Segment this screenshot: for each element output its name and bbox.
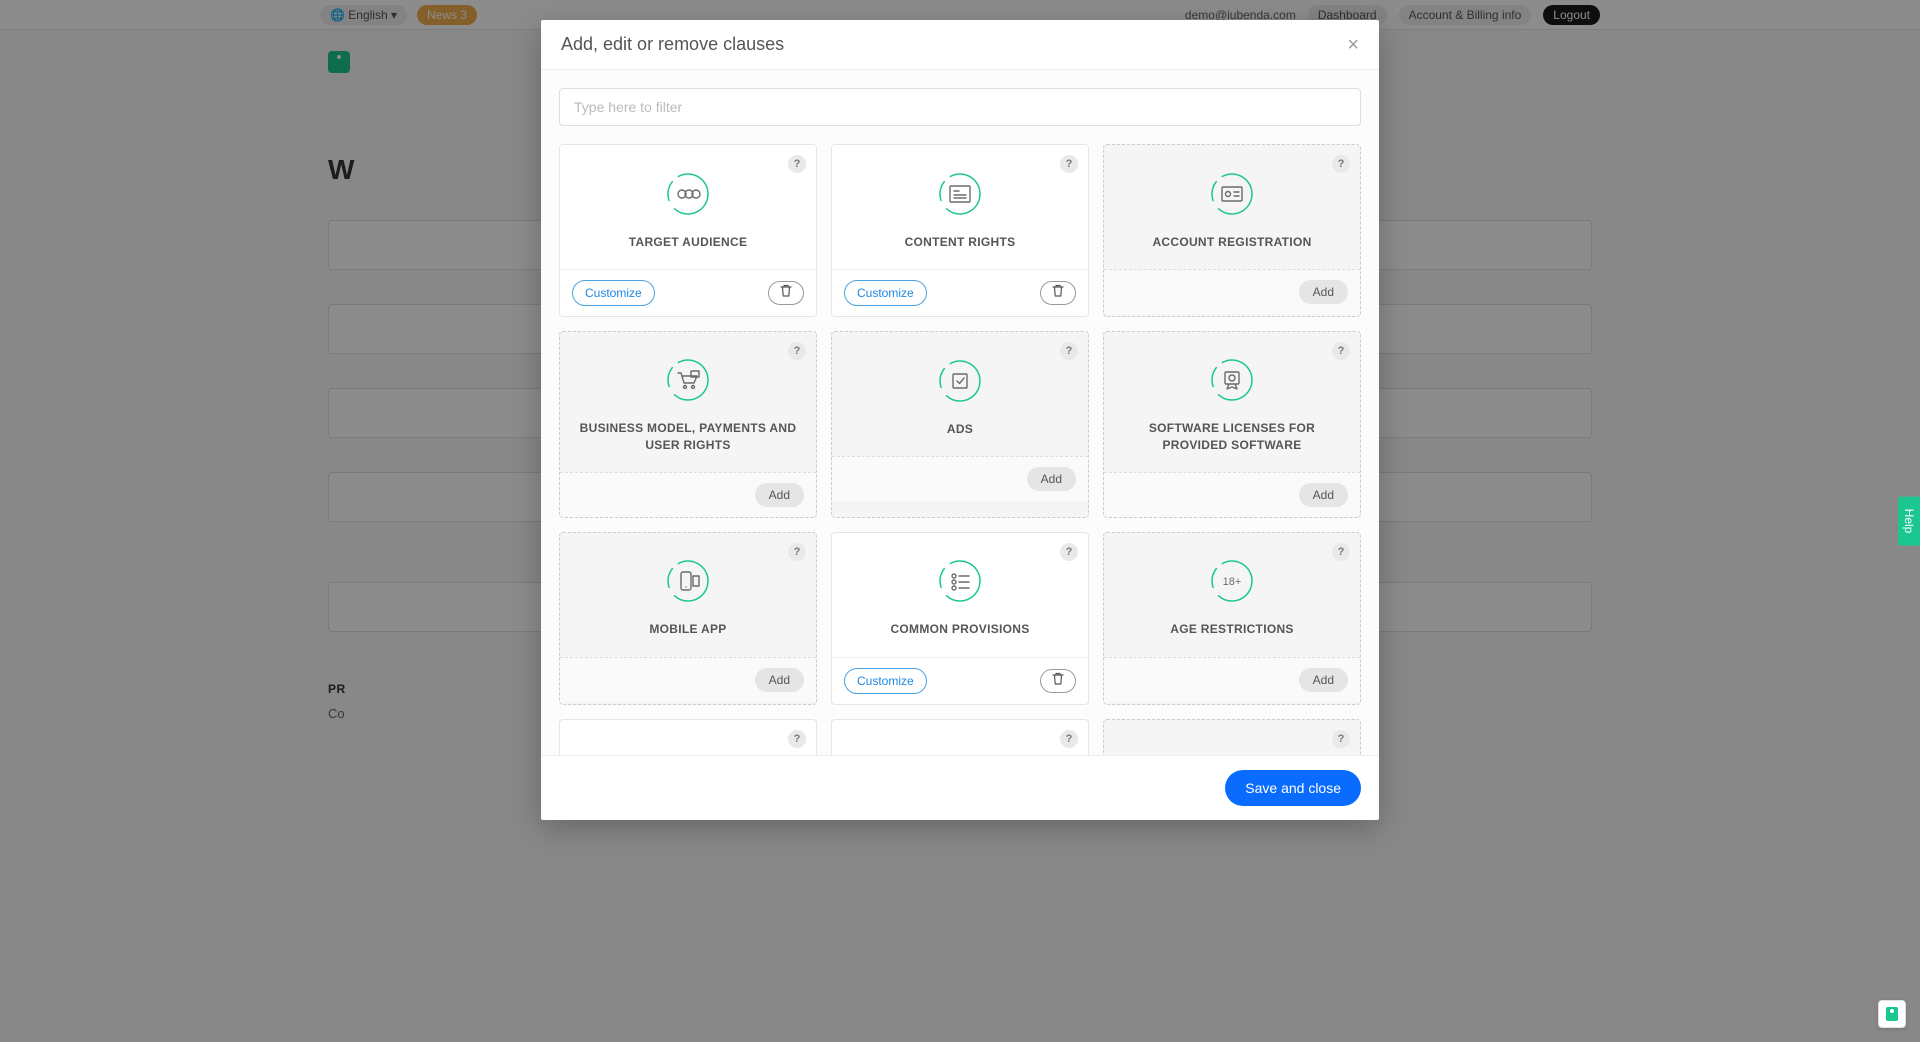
add-button[interactable]: Add: [1299, 280, 1348, 304]
card-footer: Customize: [832, 657, 1088, 704]
add-button[interactable]: Add: [755, 483, 804, 507]
trash-icon: [1052, 284, 1064, 302]
clauses-modal: Add, edit or remove clauses × ? TARGET A…: [541, 20, 1379, 820]
close-icon[interactable]: ×: [1347, 35, 1359, 55]
clause-card: ? ADS Add: [831, 331, 1089, 518]
clause-title: MOBILE APP: [649, 621, 726, 638]
card-body[interactable]: ? CONTENT RIGHTS: [832, 145, 1088, 269]
clause-card: ? ACCOUNT REGISTRATION Add: [1103, 144, 1361, 317]
card-body[interactable]: ?: [1104, 720, 1360, 755]
card-footer: Customize: [832, 269, 1088, 316]
help-icon[interactable]: ?: [788, 543, 806, 561]
clause-icon: [666, 172, 710, 216]
card-body[interactable]: ?: [560, 720, 816, 755]
filter-input[interactable]: [559, 88, 1361, 126]
help-icon[interactable]: ?: [788, 155, 806, 173]
card-footer: Customize: [560, 269, 816, 316]
customize-button[interactable]: Customize: [572, 280, 655, 306]
clause-icon: [1210, 172, 1254, 216]
clause-icon: [938, 172, 982, 216]
help-icon[interactable]: ?: [1332, 342, 1350, 360]
help-icon[interactable]: ?: [1060, 543, 1078, 561]
clause-icon: [938, 359, 982, 403]
modal-footer: Save and close: [541, 755, 1379, 820]
card-body[interactable]: ? ADS: [832, 332, 1088, 456]
clause-title: AGE RESTRICTIONS: [1170, 621, 1293, 638]
corner-widget-icon[interactable]: [1878, 1000, 1906, 1028]
customize-button[interactable]: Customize: [844, 280, 927, 306]
clause-title: COMMON PROVISIONS: [890, 621, 1029, 638]
card-body[interactable]: ? COMMON PROVISIONS: [832, 533, 1088, 657]
clause-card: ? BUSINESS MODEL, PAYMENTS AND USER RIGH…: [559, 331, 817, 518]
modal-header: Add, edit or remove clauses ×: [541, 20, 1379, 70]
card-footer: Add: [832, 456, 1088, 501]
save-and-close-button[interactable]: Save and close: [1225, 770, 1361, 806]
card-footer: Add: [1104, 472, 1360, 517]
help-icon[interactable]: ?: [788, 730, 806, 748]
delete-button[interactable]: [768, 281, 804, 305]
delete-button[interactable]: [1040, 281, 1076, 305]
trash-icon: [780, 284, 792, 302]
card-footer: Add: [560, 657, 816, 702]
card-body[interactable]: ?: [832, 720, 1088, 755]
help-icon[interactable]: ?: [1332, 730, 1350, 748]
clause-card: ? 18+ AGE RESTRICTIONS Add: [1103, 532, 1361, 705]
clause-card: ? Add: [1103, 719, 1361, 755]
clause-title: TARGET AUDIENCE: [629, 234, 748, 251]
clause-card: ? SOFTWARE LICENSES FOR PROVIDED SOFTWAR…: [1103, 331, 1361, 518]
help-icon[interactable]: ?: [1060, 155, 1078, 173]
help-icon[interactable]: ?: [1332, 543, 1350, 561]
delete-button[interactable]: [1040, 669, 1076, 693]
clause-card: ? MOBILE APP Add: [559, 532, 817, 705]
clause-title: ADS: [947, 421, 973, 438]
modal-body: ? TARGET AUDIENCE Customize ? CONTENT RI…: [541, 70, 1379, 755]
help-icon[interactable]: ?: [1332, 155, 1350, 173]
add-button[interactable]: Add: [755, 668, 804, 692]
clause-title: CONTENT RIGHTS: [905, 234, 1016, 251]
modal-title: Add, edit or remove clauses: [561, 34, 784, 55]
help-icon[interactable]: ?: [788, 342, 806, 360]
clause-card: ? Customize: [831, 719, 1089, 755]
card-body[interactable]: ? MOBILE APP: [560, 533, 816, 657]
card-body[interactable]: ? TARGET AUDIENCE: [560, 145, 816, 269]
add-button[interactable]: Add: [1027, 467, 1076, 491]
help-tab[interactable]: Help: [1898, 497, 1920, 546]
clause-icon: [938, 559, 982, 603]
help-icon[interactable]: ?: [1060, 342, 1078, 360]
help-icon[interactable]: ?: [1060, 730, 1078, 748]
clause-title: ACCOUNT REGISTRATION: [1152, 234, 1311, 251]
clause-card: ? Customize: [559, 719, 817, 755]
clause-title: SOFTWARE LICENSES FOR PROVIDED SOFTWARE: [1120, 420, 1344, 454]
customize-button[interactable]: Customize: [844, 668, 927, 694]
card-body[interactable]: ? SOFTWARE LICENSES FOR PROVIDED SOFTWAR…: [1104, 332, 1360, 472]
clause-icon: [1210, 358, 1254, 402]
clauses-grid: ? TARGET AUDIENCE Customize ? CONTENT RI…: [559, 144, 1361, 755]
clause-card: ? TARGET AUDIENCE Customize: [559, 144, 817, 317]
clause-card: ? COMMON PROVISIONS Customize: [831, 532, 1089, 705]
add-button[interactable]: Add: [1299, 668, 1348, 692]
clause-card: ? CONTENT RIGHTS Customize: [831, 144, 1089, 317]
clause-icon: 18+: [1210, 559, 1254, 603]
card-footer: Add: [1104, 657, 1360, 702]
card-footer: Add: [1104, 269, 1360, 314]
card-body[interactable]: ? BUSINESS MODEL, PAYMENTS AND USER RIGH…: [560, 332, 816, 472]
clause-icon: [666, 559, 710, 603]
card-body[interactable]: ? 18+ AGE RESTRICTIONS: [1104, 533, 1360, 657]
add-button[interactable]: Add: [1299, 483, 1348, 507]
clause-title: BUSINESS MODEL, PAYMENTS AND USER RIGHTS: [576, 420, 800, 454]
clause-icon: [666, 358, 710, 402]
card-body[interactable]: ? ACCOUNT REGISTRATION: [1104, 145, 1360, 269]
card-footer: Add: [560, 472, 816, 517]
trash-icon: [1052, 672, 1064, 690]
